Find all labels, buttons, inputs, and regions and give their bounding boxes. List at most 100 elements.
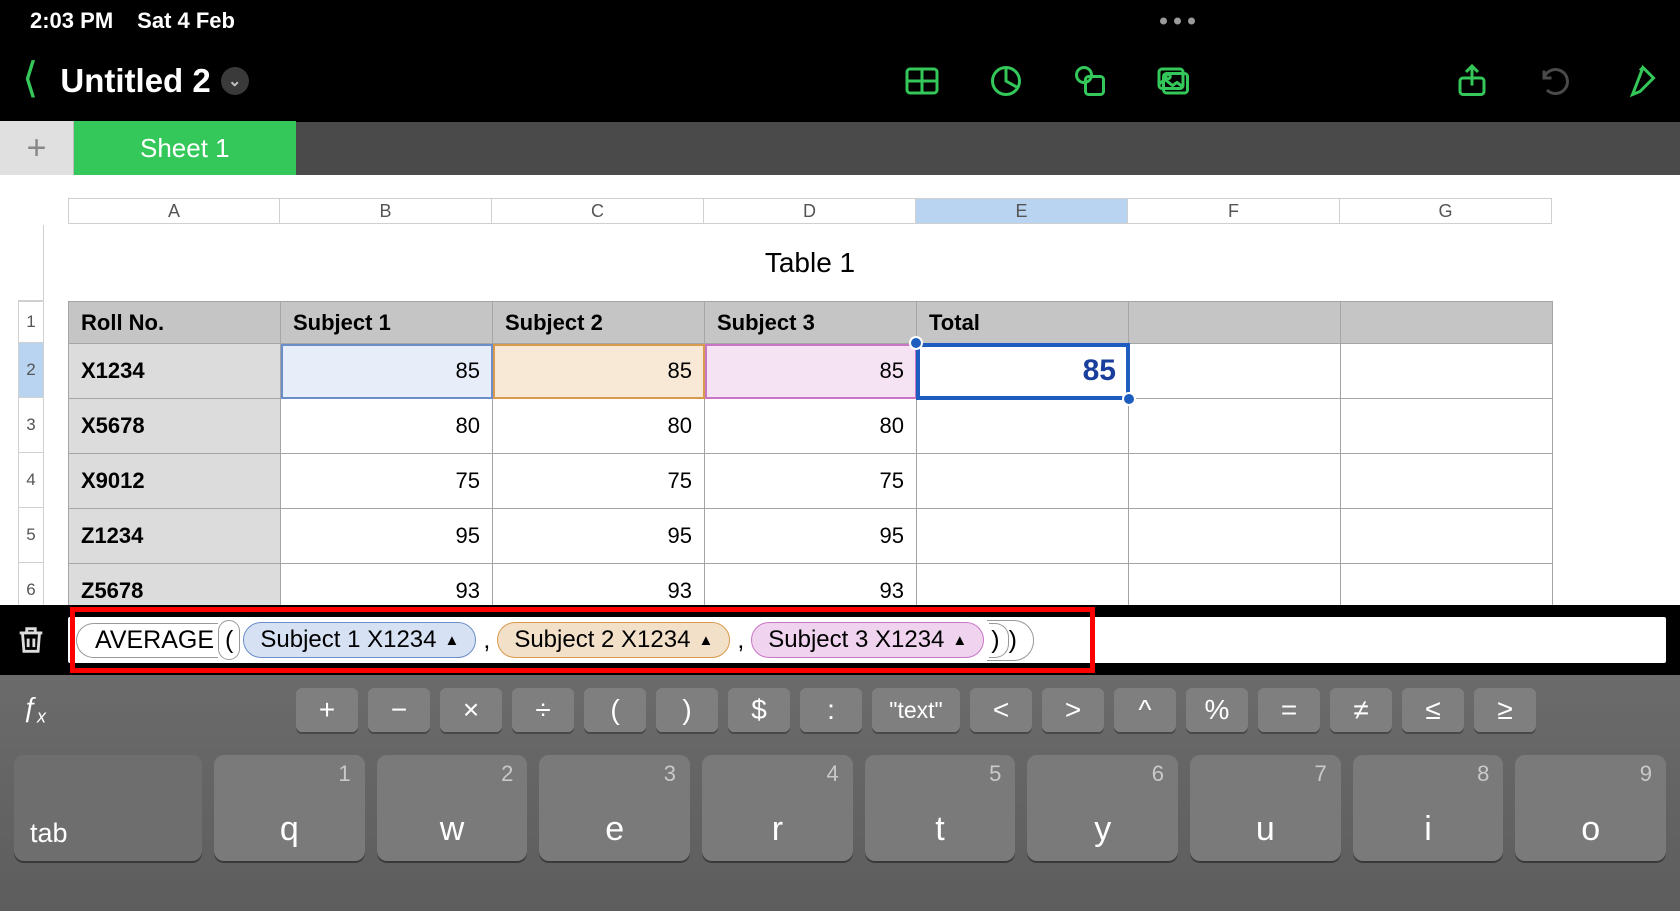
cell[interactable]: 85 — [281, 344, 493, 399]
op-key-caret[interactable]: ^ — [1114, 688, 1176, 732]
op-key-gte[interactable]: ≥ — [1474, 688, 1536, 732]
row-header-6[interactable]: 6 — [18, 563, 44, 605]
cell[interactable] — [917, 454, 1129, 509]
cell[interactable]: 85 — [493, 344, 705, 399]
cell[interactable]: Z5678 — [69, 564, 281, 606]
cell[interactable]: 75 — [281, 454, 493, 509]
selection-handle-bottom[interactable] — [1122, 392, 1136, 406]
key-y[interactable]: 6y — [1027, 755, 1178, 861]
op-key-colon[interactable]: : — [800, 688, 862, 732]
selection-handle-top[interactable] — [909, 336, 923, 350]
cell[interactable] — [1341, 454, 1553, 509]
cell[interactable] — [1341, 509, 1553, 564]
col-header-g[interactable]: G — [1340, 198, 1552, 224]
fx-button[interactable]: ƒx — [14, 692, 286, 727]
key-r[interactable]: 4r — [702, 755, 853, 861]
op-key-neq[interactable]: ≠ — [1330, 688, 1392, 732]
cell[interactable]: 95 — [705, 509, 917, 564]
cell[interactable]: X5678 — [69, 399, 281, 454]
key-i[interactable]: 8i — [1353, 755, 1504, 861]
formula-input[interactable]: AVERAGE( Subject 1 X1234▲ , Subject 2 X1… — [68, 617, 1666, 663]
op-key-rparen[interactable]: ) — [656, 688, 718, 732]
cell[interactable]: X1234 — [69, 344, 281, 399]
header-cell[interactable] — [1341, 302, 1553, 344]
share-icon[interactable] — [1454, 63, 1490, 99]
key-t[interactable]: 5t — [865, 755, 1016, 861]
cell[interactable]: 80 — [281, 399, 493, 454]
header-cell[interactable]: Subject 1 — [281, 302, 493, 344]
op-key-eq[interactable]: = — [1258, 688, 1320, 732]
op-key-text[interactable]: "text" — [872, 688, 960, 732]
delete-formula-button[interactable] — [14, 623, 48, 657]
tab-key[interactable]: tab — [14, 755, 202, 861]
cell[interactable]: 93 — [281, 564, 493, 606]
function-name[interactable]: AVERAGE — [76, 623, 218, 658]
op-key-multiply[interactable]: × — [440, 688, 502, 732]
cell[interactable]: 95 — [493, 509, 705, 564]
header-cell[interactable]: Subject 3 — [705, 302, 917, 344]
cell[interactable] — [1341, 399, 1553, 454]
multitasking-dots[interactable] — [1160, 18, 1195, 25]
header-cell[interactable] — [1129, 302, 1341, 344]
add-sheet-button[interactable]: + — [0, 121, 74, 176]
op-key-divide[interactable]: ÷ — [512, 688, 574, 732]
key-e[interactable]: 3e — [539, 755, 690, 861]
chart-icon[interactable] — [988, 63, 1024, 99]
key-u[interactable]: 7u — [1190, 755, 1341, 861]
col-header-d[interactable]: D — [704, 198, 916, 224]
cell[interactable] — [917, 399, 1129, 454]
table-title[interactable]: Table 1 — [68, 247, 1552, 279]
op-key-percent[interactable]: % — [1186, 688, 1248, 732]
cell[interactable]: 75 — [493, 454, 705, 509]
row-header-4[interactable]: 4 — [18, 453, 44, 508]
row-header-5[interactable]: 5 — [18, 508, 44, 563]
row-header-3[interactable]: 3 — [18, 398, 44, 453]
cell[interactable]: X9012 — [69, 454, 281, 509]
formula-ref-3[interactable]: Subject 3 X1234▲ — [751, 622, 984, 658]
op-key-plus[interactable]: + — [296, 688, 358, 732]
row-header-2[interactable]: 2 — [18, 343, 44, 398]
back-button[interactable]: ⟨ — [22, 57, 38, 105]
key-q[interactable]: 1q — [214, 755, 365, 861]
spreadsheet-canvas[interactable]: A B C D E F G Table 1 1 2 3 4 5 6 Roll N… — [0, 175, 1680, 605]
row-header-1[interactable]: 1 — [18, 301, 44, 343]
col-header-e[interactable]: E — [916, 198, 1128, 224]
col-header-c[interactable]: C — [492, 198, 704, 224]
cell[interactable] — [1129, 344, 1341, 399]
col-header-a[interactable]: A — [68, 198, 280, 224]
document-title[interactable]: Untitled 2 ⌄ — [60, 62, 248, 100]
table-icon[interactable] — [904, 63, 940, 99]
key-o[interactable]: 9o — [1515, 755, 1666, 861]
cell[interactable] — [917, 564, 1129, 606]
op-key-lt[interactable]: < — [970, 688, 1032, 732]
cell[interactable] — [1129, 454, 1341, 509]
chevron-down-icon[interactable]: ⌄ — [221, 67, 249, 95]
cell[interactable] — [1129, 509, 1341, 564]
formula-ref-1[interactable]: Subject 1 X1234▲ — [243, 622, 476, 658]
cell[interactable] — [1341, 564, 1553, 606]
cell[interactable]: 85 — [705, 344, 917, 399]
shape-icon[interactable] — [1072, 63, 1108, 99]
col-header-f[interactable]: F — [1128, 198, 1340, 224]
cell[interactable] — [1341, 344, 1553, 399]
table-corner[interactable] — [18, 225, 44, 301]
active-cell[interactable]: 85 — [917, 344, 1129, 399]
header-cell[interactable]: Roll No. — [69, 302, 281, 344]
op-key-gt[interactable]: > — [1042, 688, 1104, 732]
cell[interactable]: 80 — [705, 399, 917, 454]
media-icon[interactable] — [1156, 63, 1192, 99]
format-brush-icon[interactable] — [1622, 63, 1658, 99]
op-key-lte[interactable]: ≤ — [1402, 688, 1464, 732]
cell[interactable]: 93 — [705, 564, 917, 606]
cell[interactable]: 93 — [493, 564, 705, 606]
op-key-dollar[interactable]: $ — [728, 688, 790, 732]
header-cell[interactable]: Subject 2 — [493, 302, 705, 344]
undo-icon[interactable] — [1538, 63, 1574, 99]
cell[interactable] — [1129, 564, 1341, 606]
cell[interactable] — [917, 509, 1129, 564]
op-key-lparen[interactable]: ( — [584, 688, 646, 732]
key-w[interactable]: 2w — [377, 755, 528, 861]
formula-ref-2[interactable]: Subject 2 X1234▲ — [497, 622, 730, 658]
cell[interactable]: 80 — [493, 399, 705, 454]
op-key-minus[interactable]: − — [368, 688, 430, 732]
